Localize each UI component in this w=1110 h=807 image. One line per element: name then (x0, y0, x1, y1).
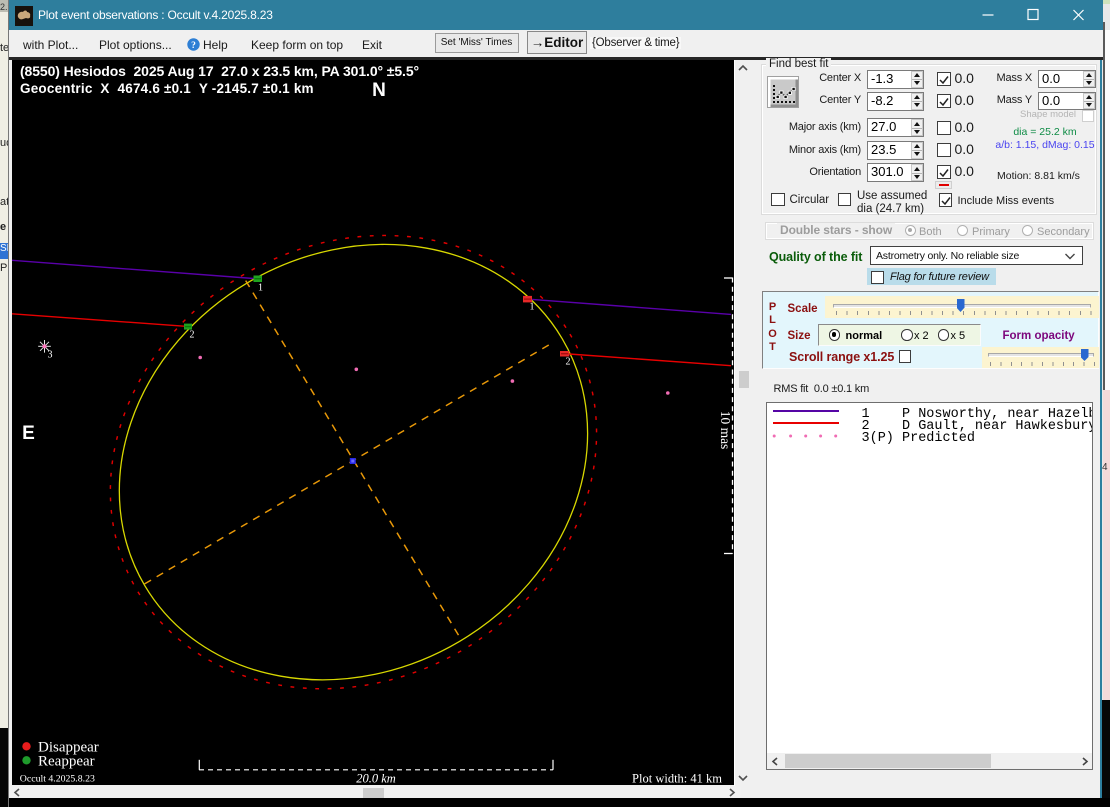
svg-text:Plot width: 41 km: Plot width: 41 km (632, 772, 722, 786)
svg-text:2: 2 (190, 330, 195, 341)
svg-text:10 mas: 10 mas (718, 411, 733, 450)
svg-text:2: 2 (566, 357, 571, 368)
svg-text:E: E (22, 423, 35, 444)
svg-text:1: 1 (530, 302, 535, 313)
svg-text:Geocentric X 4674.6 ±0.1 Y: Geocentric X 4674.6 ±0.1 Y -2145.7 ±0.1 … (20, 81, 314, 96)
svg-text:3: 3 (48, 350, 53, 361)
svg-text:1: 1 (258, 283, 263, 294)
svg-text:20.0 km: 20.0 km (356, 772, 396, 786)
svg-text:(8550) Hesiodos 2025 Aug 17: (8550) Hesiodos 2025 Aug 17 27.0 x 23.5 … (20, 63, 419, 79)
svg-text:N: N (372, 80, 386, 101)
svg-text:Occult 4.2025.8.23: Occult 4.2025.8.23 (20, 774, 95, 785)
svg-text:Reappear: Reappear (38, 754, 95, 770)
svg-text:?: ? (191, 41, 196, 51)
